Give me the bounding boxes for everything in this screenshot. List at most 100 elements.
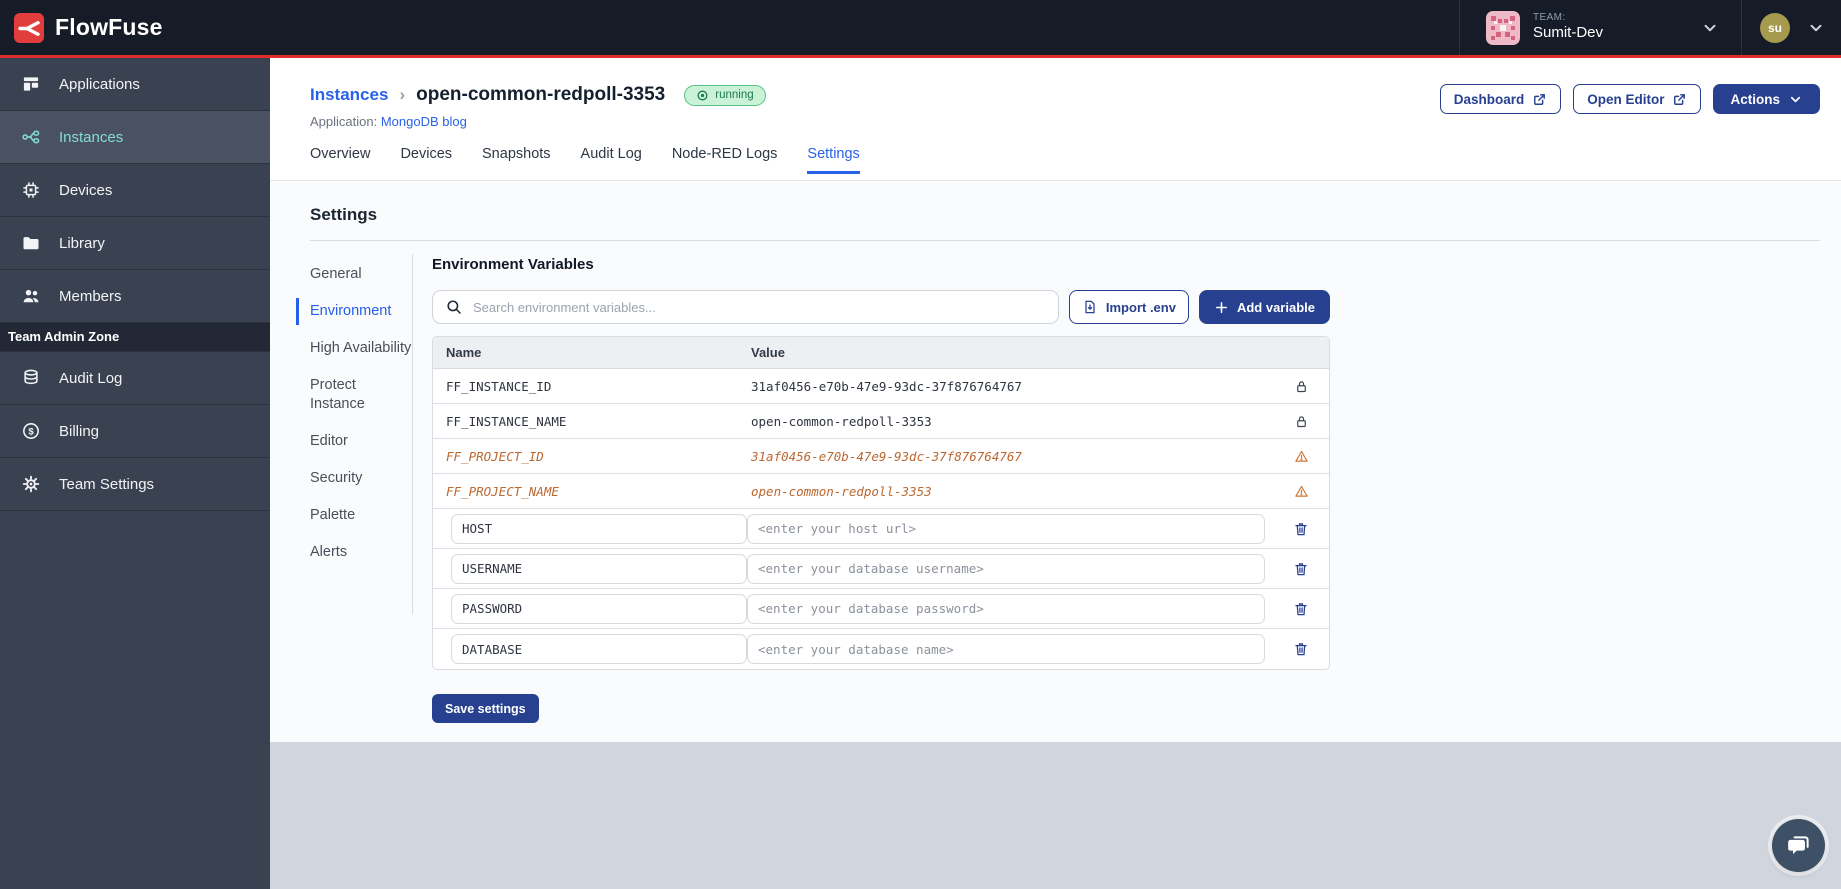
tab-audit-log[interactable]: Audit Log: [581, 146, 642, 174]
sidebar-item-applications[interactable]: Applications: [0, 58, 270, 111]
application-line: Application: MongoDB blog: [310, 114, 766, 129]
env-var-name-input[interactable]: [451, 593, 747, 624]
sidebar-item-billing[interactable]: $ Billing: [0, 405, 270, 458]
flowfuse-logo-icon: [14, 12, 44, 43]
table-row: FF_INSTANCE_ID 31af0456-e70b-47e9-93dc-3…: [433, 369, 1329, 404]
chat-icon: [1787, 835, 1809, 854]
gear-icon: [21, 474, 41, 494]
footer-area: [270, 742, 1841, 889]
add-variable-button[interactable]: Add variable: [1198, 290, 1330, 324]
open-editor-button[interactable]: Open Editor: [1573, 84, 1702, 114]
sidebar-item-label: Team Settings: [59, 475, 155, 493]
settings-nav-palette[interactable]: Palette: [310, 497, 412, 534]
trash-icon: [1295, 643, 1307, 656]
env-var-name: FF_INSTANCE_ID: [446, 378, 552, 394]
sidebar-item-team-settings[interactable]: Team Settings: [0, 458, 270, 511]
env-var-value-input[interactable]: [747, 634, 1265, 664]
user-menu[interactable]: su: [1741, 0, 1841, 55]
top-navbar: FlowFuse TEAM: Sumit-Dev su: [0, 0, 1841, 58]
table-row-deprecated: FF_PROJECT_NAME open-common-redpoll-3353: [433, 474, 1329, 509]
env-var-value-input[interactable]: [747, 513, 1265, 544]
sidebar-item-audit-log[interactable]: Audit Log: [0, 352, 270, 405]
team-label: TEAM:: [1533, 11, 1566, 23]
table-row: FF_INSTANCE_NAME open-common-redpoll-335…: [433, 404, 1329, 439]
dashboard-button[interactable]: Dashboard: [1439, 84, 1562, 114]
main-area: Instances › open-common-redpoll-3353 run…: [270, 0, 1841, 889]
chevron-down-icon: [1701, 19, 1719, 37]
column-header-value: Value: [751, 345, 785, 360]
page-title: Settings: [310, 205, 378, 224]
svg-text:$: $: [28, 427, 34, 438]
chevron-down-icon: [1790, 96, 1801, 102]
env-var-name: FF_INSTANCE_NAME: [446, 413, 567, 429]
folder-icon: [21, 233, 41, 253]
actions-button[interactable]: Actions: [1713, 84, 1820, 114]
team-selector[interactable]: TEAM: Sumit-Dev: [1459, 0, 1741, 55]
sidebar-item-label: Applications: [59, 75, 140, 93]
settings-nav-general[interactable]: General: [310, 256, 412, 293]
breadcrumb-instances-link[interactable]: Instances: [310, 85, 388, 105]
settings-content: Settings General Environment High Availa…: [270, 181, 1841, 742]
env-var-name-input[interactable]: [451, 634, 747, 664]
settings-nav-alerts[interactable]: Alerts: [310, 534, 412, 571]
sidebar-item-library[interactable]: Library: [0, 217, 270, 270]
settings-nav-editor[interactable]: Editor: [310, 423, 412, 460]
status-badge-label: running: [715, 89, 754, 101]
env-var-name: FF_PROJECT_NAME: [446, 483, 559, 499]
actions-button-label: Actions: [1730, 91, 1780, 107]
panel-title: Environment Variables: [432, 256, 594, 273]
flowfuse-logo[interactable]: FlowFuse: [0, 0, 163, 55]
table-row-editable: [433, 629, 1329, 669]
settings-nav-environment[interactable]: Environment: [296, 293, 412, 330]
search-input[interactable]: [432, 290, 1059, 324]
env-var-value: open-common-redpoll-3353: [751, 483, 932, 499]
env-var-name-input[interactable]: [451, 553, 747, 584]
env-var-value-input[interactable]: [747, 593, 1265, 624]
delete-variable-button[interactable]: [1293, 601, 1309, 617]
application-label: Application:: [310, 114, 378, 129]
database-icon: [21, 368, 41, 388]
lock-icon: [1273, 414, 1329, 429]
breadcrumb-separator: ›: [399, 85, 406, 104]
status-badge: running: [684, 84, 766, 106]
delete-variable-button[interactable]: [1293, 561, 1309, 577]
import-file-icon: [1085, 300, 1095, 314]
external-link-icon: [1674, 93, 1686, 105]
import-env-button[interactable]: Import .env: [1068, 290, 1189, 324]
tab-settings[interactable]: Settings: [807, 146, 860, 174]
table-header: Name Value: [433, 337, 1329, 369]
tab-snapshots[interactable]: Snapshots: [482, 146, 551, 174]
tab-devices[interactable]: Devices: [400, 146, 452, 174]
instance-name: open-common-redpoll-3353: [416, 84, 666, 105]
env-variables-table: Name Value FF_INSTANCE_ID 31af0456-e70b-…: [432, 336, 1330, 670]
delete-variable-button[interactable]: [1293, 521, 1309, 537]
divider: [310, 240, 1820, 241]
warning-icon: [1273, 484, 1329, 499]
env-var-value: 31af0456-e70b-47e9-93dc-37f876764767: [751, 378, 1022, 394]
sidebar-item-devices[interactable]: Devices: [0, 164, 270, 217]
chat-widget-button[interactable]: [1772, 819, 1825, 872]
add-variable-button-label: Add variable: [1236, 299, 1315, 315]
lock-icon: [1273, 379, 1329, 394]
chevron-down-icon: [1807, 19, 1825, 37]
save-settings-button[interactable]: Save settings: [432, 694, 539, 723]
settings-nav-security[interactable]: Security: [310, 460, 412, 497]
trash-icon: [1295, 602, 1307, 615]
settings-subnav: General Environment High Availability Pr…: [296, 254, 413, 614]
sidebar-item-instances[interactable]: Instances: [0, 111, 270, 164]
sidebar-item-label: Instances: [59, 128, 124, 146]
settings-nav-protect-instance[interactable]: Protect Instance: [310, 367, 412, 423]
sidebar-item-label: Billing: [59, 422, 100, 440]
sidebar-item-members[interactable]: Members: [0, 270, 270, 323]
table-row-deprecated: FF_PROJECT_ID 31af0456-e70b-47e9-93dc-37…: [433, 439, 1329, 474]
application-link[interactable]: MongoDB blog: [381, 114, 467, 129]
brand-name: FlowFuse: [55, 14, 163, 40]
sidebar-section-team-admin-zone: Team Admin Zone: [0, 323, 270, 352]
delete-variable-button[interactable]: [1293, 641, 1309, 657]
tab-overview[interactable]: Overview: [310, 146, 370, 174]
env-var-name-input[interactable]: [451, 513, 747, 544]
tab-node-red-logs[interactable]: Node-RED Logs: [672, 146, 778, 174]
settings-nav-high-availability[interactable]: High Availability: [310, 330, 412, 367]
column-header-name: Name: [446, 345, 482, 360]
env-var-value-input[interactable]: [747, 553, 1265, 584]
